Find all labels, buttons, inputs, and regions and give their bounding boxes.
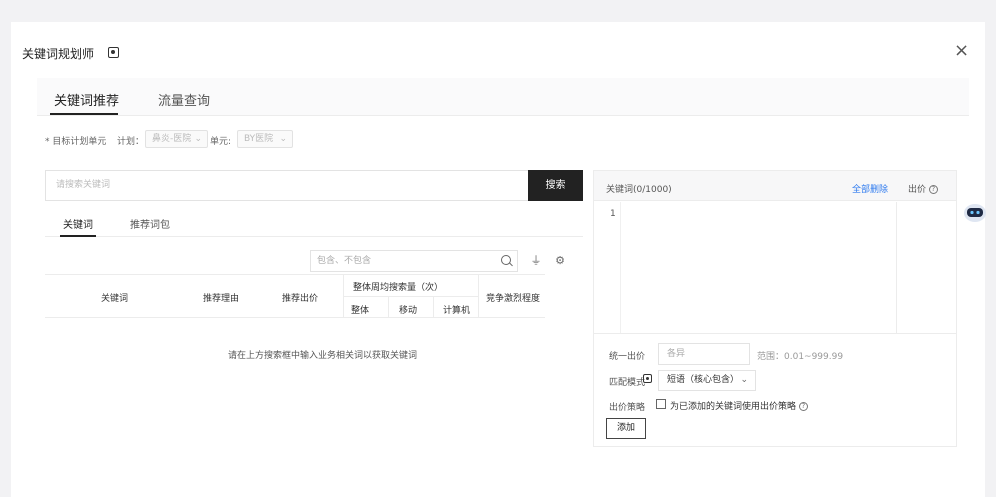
uniform-bid-label: 统一出价 <box>609 352 646 362</box>
filter-placeholder: 包含、不包含 <box>317 256 372 266</box>
column-divider <box>388 297 389 318</box>
subtab-divider <box>45 236 583 237</box>
info-icon[interactable] <box>643 374 652 383</box>
chevron-down-icon: ⌄ <box>194 134 202 144</box>
col-reason[interactable]: 推荐理由 <box>203 291 239 304</box>
bid-strategy-checkbox[interactable] <box>656 399 666 409</box>
col-pc[interactable]: 计算机 <box>443 303 470 316</box>
info-icon[interactable] <box>108 47 119 58</box>
col-mobile[interactable]: 移动 <box>399 303 417 316</box>
assistant-robot-icon[interactable] <box>962 200 988 226</box>
chevron-down-icon: ⌄ <box>279 134 287 144</box>
target-unit-label: * 目标计划单元 <box>45 137 107 147</box>
group-divider <box>343 296 479 297</box>
active-subtab-indicator <box>60 235 96 237</box>
col-bid[interactable]: 推荐出价 <box>282 291 318 304</box>
unit-select[interactable]: BY医院 ⌄ <box>237 130 293 148</box>
unit-select-value: BY医院 <box>244 134 274 144</box>
col-overall[interactable]: 整体 <box>351 303 369 316</box>
tab-keyword-recommend[interactable]: 关键词推荐 <box>54 90 119 109</box>
bid-strategy-label: 出价策略 <box>609 403 646 413</box>
bid-range-hint: 范围：0.01~999.99 <box>757 352 844 362</box>
uniform-bid-input[interactable]: 各异 <box>658 343 750 365</box>
subtab-recommend-packages[interactable]: 推荐词包 <box>130 216 170 231</box>
help-icon[interactable]: ? <box>798 402 808 411</box>
keyword-textarea[interactable] <box>620 202 897 333</box>
match-mode-select[interactable]: 短语（核心包含） ⌄ <box>658 370 756 391</box>
column-divider <box>433 297 434 318</box>
filter-icon[interactable]: ⏚ <box>526 250 546 272</box>
match-mode-value: 短语（核心包含） <box>667 375 740 385</box>
tab-traffic-query[interactable]: 流量查询 <box>158 90 210 109</box>
delete-all-link[interactable]: 全部删除 <box>852 182 888 195</box>
search-button[interactable]: 搜索 <box>528 170 583 201</box>
keyword-search-input[interactable]: 请搜索关键词 <box>45 170 529 201</box>
filter-input[interactable]: 包含、不包含 <box>310 250 518 272</box>
active-tab-indicator <box>50 113 118 115</box>
bid-header-label: 出价 <box>908 185 927 195</box>
empty-state-text: 请在上方搜索框中输入业务相关词以获取关键词 <box>228 351 418 361</box>
add-button[interactable]: 添加 <box>606 418 646 439</box>
plan-select-value: 鼻炎-医院 <box>152 134 192 144</box>
subtab-keywords[interactable]: 关键词 <box>63 216 93 231</box>
col-keyword[interactable]: 关键词 <box>101 291 128 304</box>
chevron-down-icon: ⌄ <box>740 375 748 385</box>
col-search-volume[interactable]: 整体周均搜索量（次） <box>353 280 443 293</box>
plan-select[interactable]: 鼻炎-医院 ⌄ <box>145 130 208 148</box>
search-icon[interactable] <box>501 255 511 265</box>
keyword-count: 关键词(0/1000) <box>606 185 672 195</box>
dialog-title: 关键词规划师 <box>22 47 95 61</box>
bid-column-header: 出价 ? <box>908 182 938 195</box>
settings-icon[interactable]: ⚙ <box>550 250 570 272</box>
match-mode-label: 匹配模式 <box>609 378 646 388</box>
panel-divider <box>594 333 956 334</box>
help-icon[interactable]: ? <box>928 185 938 194</box>
unit-label: 单元: <box>210 137 232 147</box>
col-competition[interactable]: 竞争激烈程度 <box>486 291 540 304</box>
plan-label: 计划： <box>117 137 145 147</box>
close-button[interactable]: × <box>954 42 969 60</box>
bid-strategy-checkbox-label: 为已添加的关键词使用出价策略 <box>670 402 797 412</box>
line-number: 1 <box>610 209 616 219</box>
bid-strategy-option[interactable]: 为已添加的关键词使用出价策略 ? <box>670 399 808 412</box>
